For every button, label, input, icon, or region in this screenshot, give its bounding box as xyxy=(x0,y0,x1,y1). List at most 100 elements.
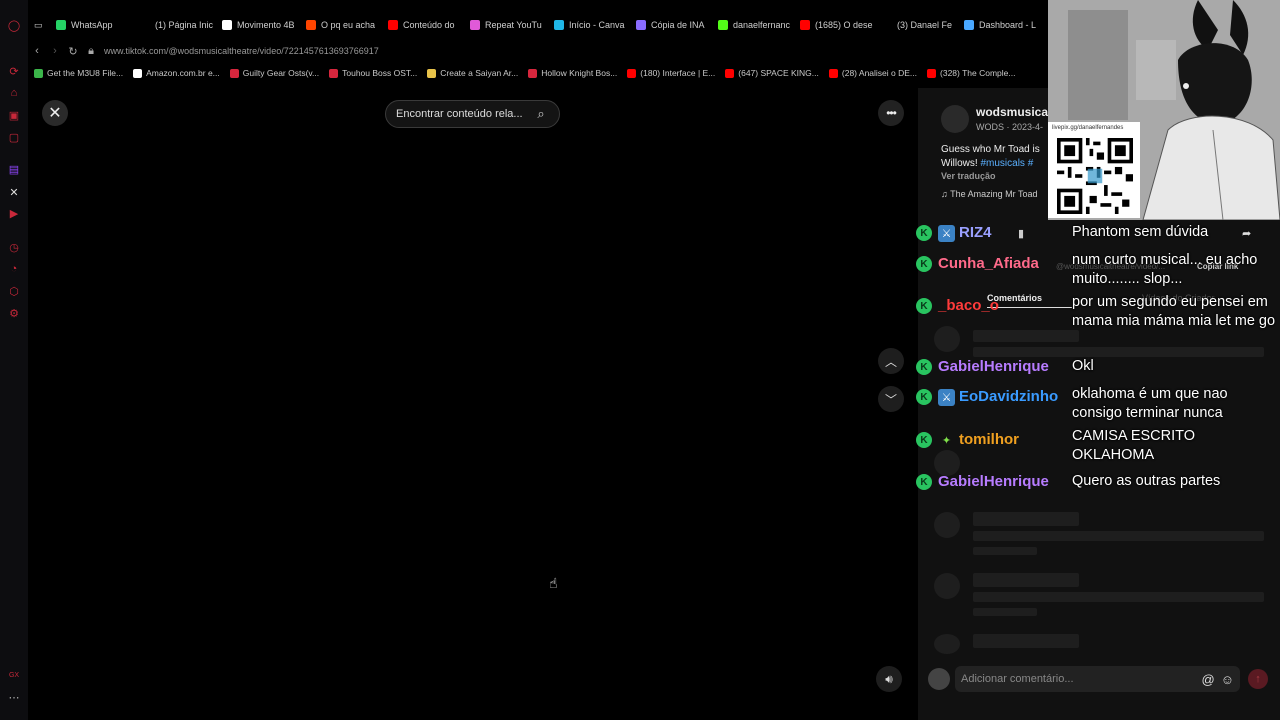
tab-11[interactable]: Dashboard - L xyxy=(958,12,1042,38)
repeat-icon xyxy=(470,20,480,30)
bookmark-favicon-icon xyxy=(329,68,339,78)
more-icon[interactable]: ⋯ xyxy=(7,690,21,704)
bookmark-item[interactable]: (28) Analisei o DE... xyxy=(828,68,918,78)
chat-message-text: Okl xyxy=(1072,358,1094,374)
close-button[interactable]: ✕ xyxy=(42,100,68,126)
gx-icon[interactable]: GX xyxy=(7,668,21,682)
lock-icon: 🔒︎ xyxy=(88,44,94,57)
translate-link[interactable]: Ver tradução xyxy=(941,171,996,181)
bookmark-item[interactable]: Amazon.com.br e... xyxy=(133,68,220,78)
canva-icon xyxy=(554,20,564,30)
bookmark-label: Get the M3U8 File... xyxy=(47,68,124,78)
skeleton-line xyxy=(973,512,1079,526)
volume-button[interactable]: 🔊︎ xyxy=(876,666,902,692)
extensions-icon[interactable]: ⬡ xyxy=(7,284,21,298)
bookmark-item[interactable]: (328) The Comple... xyxy=(927,68,1015,78)
k-icon xyxy=(718,20,728,30)
tab-manager-icon[interactable]: ▭ xyxy=(28,12,50,38)
tab-5[interactable]: Repeat YouTu xyxy=(464,12,548,38)
clock-icon[interactable]: ◔ xyxy=(7,262,21,276)
tab-0[interactable]: WhatsApp xyxy=(50,12,134,38)
x-icon[interactable]: ✕ xyxy=(7,185,21,199)
chat-message-text: por um segundo eu pensei em mama mia mám… xyxy=(1072,294,1276,329)
bookmark-favicon-icon xyxy=(427,68,437,78)
chat-username: tomilhor xyxy=(959,431,1019,448)
messenger-icon[interactable]: ▣ xyxy=(7,108,21,122)
music-link[interactable]: ♫ The Amazing Mr Toad xyxy=(941,189,1037,199)
back-icon[interactable]: ‹ xyxy=(28,45,46,57)
history-icon[interactable]: ◷ xyxy=(7,240,21,254)
skeleton-avatar xyxy=(934,634,960,654)
tab-10[interactable]: (3) Danael Fe xyxy=(876,12,958,38)
tab-4[interactable]: Conteúdo do xyxy=(382,12,464,38)
bookmark-item[interactable]: Hollow Knight Bos... xyxy=(528,68,617,78)
url-text[interactable]: www.tiktok.com/@wodsmusicaltheatre/video… xyxy=(104,46,379,56)
instagram-icon[interactable]: ▢ xyxy=(7,130,21,144)
bookmark-item[interactable]: Get the M3U8 File... xyxy=(34,68,123,78)
comment-input[interactable]: Adicionar comentário... @ ☺ xyxy=(955,666,1240,692)
chat-message-text: num curto musical... eu acho muito......… xyxy=(1072,252,1258,287)
tab-9[interactable]: (1685) O dese xyxy=(794,12,876,38)
author-avatar[interactable] xyxy=(941,105,969,133)
tab-7[interactable]: Cópia de INA xyxy=(630,12,712,38)
next-video-button[interactable]: ﹀ xyxy=(878,386,904,412)
bookmark-item[interactable]: (647) SPACE KING... xyxy=(725,68,819,78)
sparkle-icon: ✦ xyxy=(941,435,952,447)
opera-logo-icon[interactable]: ◯ xyxy=(7,18,21,32)
tab-3[interactable]: O pq eu acha xyxy=(300,12,382,38)
bookmark-item[interactable]: Touhou Boss OST... xyxy=(329,68,417,78)
kick-badge-icon: K xyxy=(916,359,932,375)
skeleton-line xyxy=(973,634,1079,648)
bookmark-item[interactable]: (180) Interface | E... xyxy=(627,68,715,78)
tab-label: Conteúdo do xyxy=(403,20,455,30)
previous-video-button[interactable]: ︿ xyxy=(878,348,904,374)
chat-message-row: K ✦ tomilhor xyxy=(916,431,1019,449)
skeleton-avatar xyxy=(934,573,960,599)
skeleton-line xyxy=(973,592,1264,602)
bookmark-label: (328) The Comple... xyxy=(940,68,1016,78)
bookmark-label: (28) Analisei o DE... xyxy=(841,68,918,78)
emoji-icon[interactable]: ☺ xyxy=(1221,672,1234,687)
youtube-icon xyxy=(388,20,398,30)
tab-1[interactable]: (1) Página Inic xyxy=(134,12,216,38)
twitch-icon[interactable]: ▤ xyxy=(7,162,21,176)
chat-username: EoDavidzinho xyxy=(959,388,1059,405)
comment-placeholder: Adicionar comentário... xyxy=(961,673,1074,685)
skeleton-line xyxy=(973,547,1037,555)
bookmark-item[interactable]: Guilty Gear Osts(v... xyxy=(229,68,319,78)
youtube-icon[interactable]: ▶ xyxy=(7,206,21,220)
forward-icon[interactable]: › xyxy=(46,45,64,57)
desc-line1: Guess who Mr Toad is xyxy=(941,144,1040,155)
sword-icon: ⚔ xyxy=(938,389,955,406)
chat-message-text: CAMISA ESCRITO OKLAHOMA xyxy=(1072,428,1196,463)
x-icon xyxy=(140,20,150,30)
send-comment-button[interactable]: ↑ xyxy=(1248,669,1268,689)
tab-8[interactable]: danaelfernanc xyxy=(712,12,794,38)
tab-6[interactable]: Início - Canva xyxy=(548,12,630,38)
bookmark-label: Create a Saiyan Ar... xyxy=(440,68,519,78)
tab-label: (3) Danael Fe xyxy=(897,20,953,30)
sword-icon: ⚔ xyxy=(938,225,955,242)
bookmark-favicon-icon xyxy=(725,68,735,78)
search-icon[interactable]: ⌕ xyxy=(533,106,549,122)
search-input[interactable]: Encontrar conteúdo rela... ⌕ xyxy=(385,100,560,128)
chat-message-row: K _baco_o xyxy=(916,297,999,314)
chat-message-text: Phantom sem dúvida xyxy=(1072,224,1209,240)
bookmark-icon[interactable]: ▮ xyxy=(1018,227,1024,240)
bookmark-favicon-icon xyxy=(528,68,538,78)
author-name[interactable]: wodsmusica xyxy=(976,105,1048,119)
bookmark-favicon-icon xyxy=(34,68,43,78)
desc-hashtags[interactable]: #musicals # xyxy=(980,158,1033,169)
chat-message-text: Quero as outras partes xyxy=(1072,473,1221,489)
speed-dial-icon[interactable]: ⟳ xyxy=(7,64,21,78)
tab-2[interactable]: Movimento 4B xyxy=(216,12,300,38)
chat-username: _baco_o xyxy=(938,297,999,314)
bookmark-item[interactable]: Create a Saiyan Ar... xyxy=(427,68,518,78)
more-options-button[interactable]: ••• xyxy=(878,100,904,126)
reload-icon[interactable]: ↻ xyxy=(64,45,82,58)
chat-message-row: K Cunha_Afiada xyxy=(916,255,1039,272)
settings-icon[interactable]: ⚙ xyxy=(7,306,21,320)
shopping-icon[interactable]: ⌂ xyxy=(7,86,21,100)
active-tab-underline xyxy=(987,307,1072,308)
mention-icon[interactable]: @ xyxy=(1202,672,1215,687)
